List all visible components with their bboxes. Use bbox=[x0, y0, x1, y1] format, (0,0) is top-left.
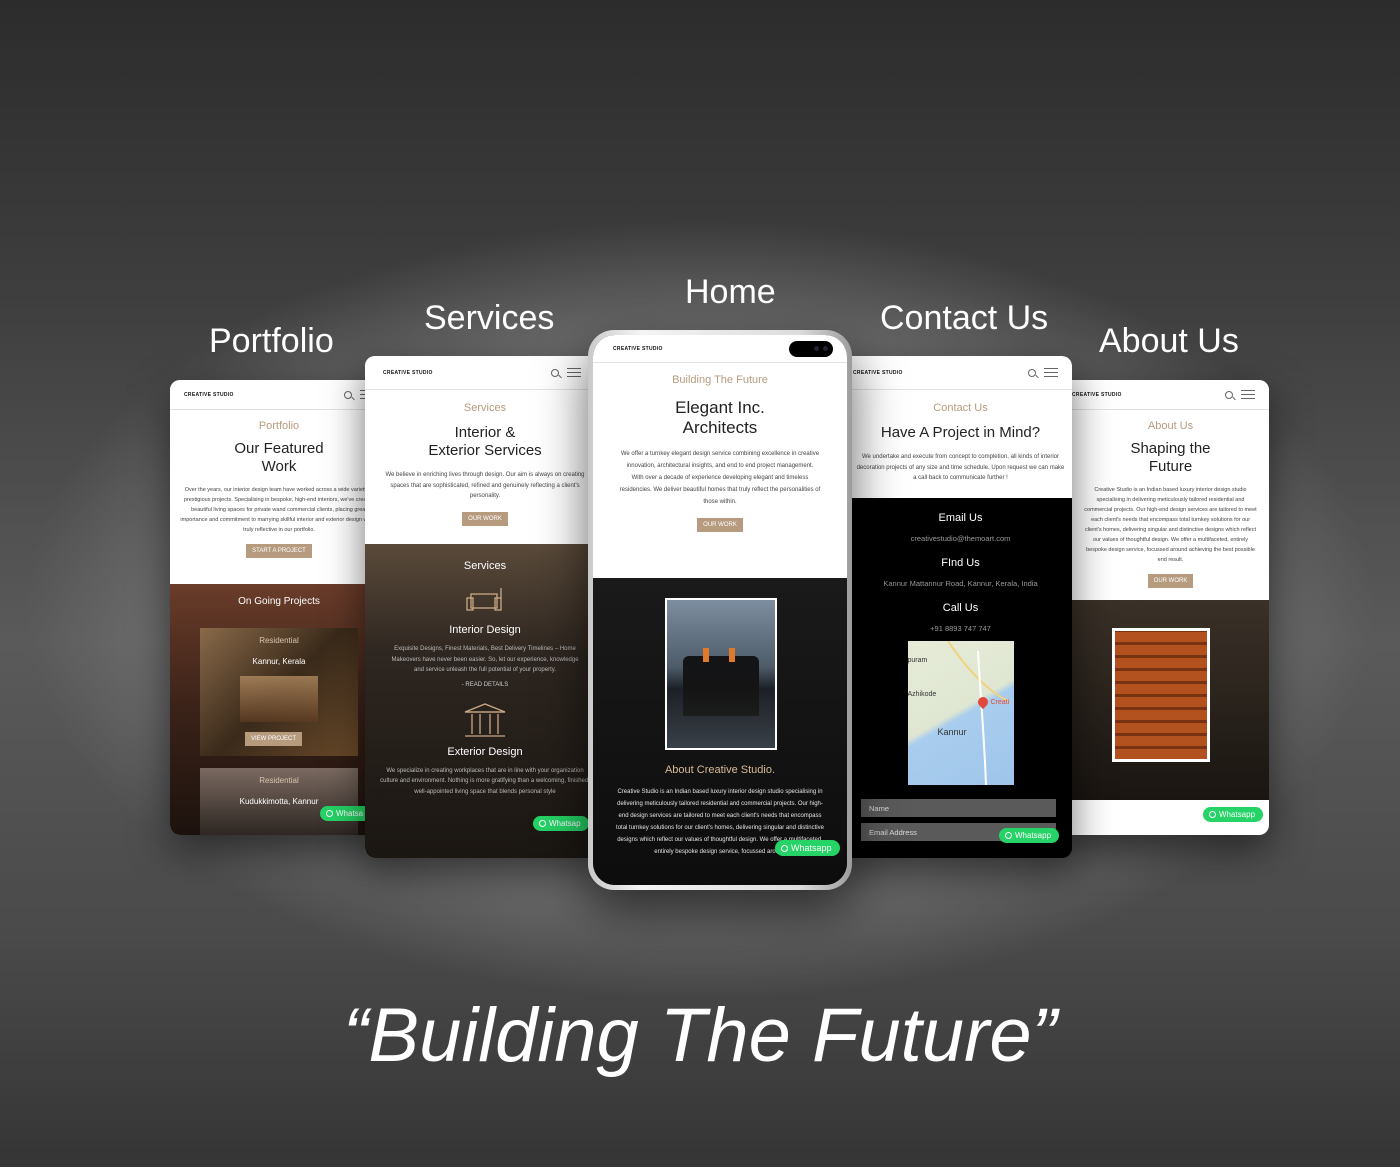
whatsapp-button[interactable]: Whatsap bbox=[533, 816, 589, 831]
ongoing-title: On Going Projects bbox=[238, 596, 320, 607]
portfolio-header: CREATIVE STUDIO bbox=[170, 380, 388, 410]
contact-eyebrow: Contact Us bbox=[933, 402, 988, 414]
services-eyebrow: Services bbox=[463, 402, 507, 414]
dining-image bbox=[665, 598, 777, 750]
about-our-work-button[interactable]: OUR WORK bbox=[1147, 574, 1194, 588]
bed-image bbox=[240, 676, 318, 722]
search-icon[interactable] bbox=[1028, 368, 1036, 377]
search-icon[interactable] bbox=[344, 390, 352, 399]
name-input[interactable]: Name bbox=[861, 798, 1056, 817]
home-body-2: With over a decade of experience develop… bbox=[619, 475, 821, 505]
services-body: We believe in enriching lives through de… bbox=[385, 472, 585, 499]
home-our-work-button[interactable]: OUR WORK bbox=[697, 518, 743, 532]
exterior-design-body: We specialize in creating workplaces tha… bbox=[380, 767, 590, 795]
portfolio-body: Over the years, our interior design team… bbox=[180, 487, 378, 533]
portfolio-heading-1: Our Featured bbox=[234, 440, 324, 457]
label-services: Services bbox=[424, 299, 555, 337]
home-eyebrow: Building The Future bbox=[672, 374, 768, 386]
exterior-design-title: Exterior Design bbox=[447, 745, 523, 758]
whatsapp-icon bbox=[326, 810, 333, 817]
map-widget[interactable]: puram Azhikode Kannur Creati bbox=[907, 640, 1014, 785]
about-eyebrow: About Us bbox=[1147, 420, 1194, 432]
home-heading-1: Elegant Inc. bbox=[675, 398, 765, 417]
lockers-image bbox=[1112, 628, 1210, 762]
project-tag-2: Residential bbox=[259, 776, 299, 785]
home-about-section: About Creative Studio. Creative Studio i… bbox=[593, 578, 847, 885]
map-place-3: Kannur bbox=[937, 726, 967, 737]
about-heading-2: Future bbox=[1148, 458, 1193, 475]
brand-logo[interactable]: CREATIVE STUDIO bbox=[613, 346, 663, 352]
about-header: CREATIVE STUDIO bbox=[1052, 380, 1269, 410]
brand-logo[interactable]: CREATIVE STUDIO bbox=[1072, 392, 1122, 398]
whatsapp-button[interactable]: Whatsapp bbox=[775, 840, 840, 856]
ongoing-projects-section: On Going Projects Residential Kannur, Ke… bbox=[170, 584, 388, 835]
label-contact: Contact Us bbox=[880, 299, 1049, 337]
about-image-section bbox=[1052, 600, 1269, 800]
services-heading-2: Exterior Services bbox=[428, 442, 542, 459]
portfolio-screen: CREATIVE STUDIO Portfolio Our Featured W… bbox=[170, 380, 388, 835]
services-screen: CREATIVE STUDIO Services Interior & Exte… bbox=[365, 356, 605, 858]
whatsapp-button[interactable]: Whatsapp bbox=[999, 828, 1060, 843]
contact-header: CREATIVE STUDIO bbox=[835, 356, 1072, 390]
services-dark-section: Services Interior Design Exquisite Desig… bbox=[365, 544, 605, 858]
contact-phone[interactable]: +91 8893 747 747 bbox=[849, 624, 1072, 633]
map-place-2: Azhikode bbox=[907, 690, 937, 698]
services-header: CREATIVE STUDIO bbox=[365, 356, 605, 390]
contact-address: Kannur Mattannur Road, Kannur, Kerala, I… bbox=[883, 578, 1038, 588]
project-location-1: Kannur, Kerala bbox=[252, 657, 306, 666]
interior-design-title: Interior Design bbox=[449, 624, 521, 636]
services-dark-title: Services bbox=[463, 560, 507, 572]
contact-screen: CREATIVE STUDIO Contact Us Have A Projec… bbox=[835, 356, 1072, 858]
camera-cutout bbox=[789, 340, 833, 357]
brand-logo[interactable]: CREATIVE STUDIO bbox=[853, 370, 903, 376]
services-heading-1: Interior & bbox=[454, 424, 516, 441]
map-pin-label: Creati bbox=[990, 698, 1010, 706]
home-phone: CREATIVE STUDIO Building The Future Eleg… bbox=[588, 330, 852, 890]
view-project-button[interactable]: VIEW PROJECT bbox=[245, 732, 303, 746]
call-us-title: Call Us bbox=[942, 601, 979, 614]
project-card-2[interactable]: Residential Kudukkimotta, Kannur bbox=[200, 768, 358, 835]
portfolio-heading-2: Work bbox=[261, 458, 297, 475]
about-heading-1: Shaping the bbox=[1130, 440, 1211, 457]
search-icon[interactable] bbox=[551, 368, 559, 377]
home-heading-2: Architects bbox=[682, 418, 758, 437]
whatsapp-button[interactable]: Whatsa bbox=[320, 806, 372, 821]
read-details-link[interactable]: - READ DETAILS bbox=[365, 682, 605, 688]
about-body: Creative Studio is an Indian based luxur… bbox=[1084, 487, 1257, 563]
project-location-2: Kudukkimotta, Kannur bbox=[239, 797, 319, 806]
label-portfolio: Portfolio bbox=[209, 322, 334, 360]
whatsapp-icon bbox=[781, 844, 788, 852]
building-icon bbox=[462, 702, 508, 740]
home-screen: CREATIVE STUDIO Building The Future Eleg… bbox=[593, 335, 847, 885]
whatsapp-icon bbox=[1209, 811, 1216, 818]
start-project-button[interactable]: START A PROJECT bbox=[246, 544, 312, 558]
find-us-title: FInd Us bbox=[941, 556, 980, 569]
contact-heading: Have A Project in Mind? bbox=[880, 424, 1041, 441]
sofa-icon bbox=[465, 586, 505, 616]
interior-design-body: Exquisite Designs, Finest Materials, Bes… bbox=[391, 646, 579, 673]
home-body-1: We offer a turnkey elegant design servic… bbox=[620, 451, 820, 469]
label-home: Home bbox=[685, 273, 776, 311]
project-card-1[interactable]: Residential Kannur, Kerala VIEW PROJECT bbox=[200, 628, 358, 756]
map-place-1: puram bbox=[907, 656, 928, 664]
brand-logo[interactable]: CREATIVE STUDIO bbox=[184, 392, 234, 398]
services-our-work-button[interactable]: OUR WORK bbox=[462, 511, 508, 526]
tagline: “Building The Future” bbox=[343, 993, 1057, 1078]
search-icon[interactable] bbox=[1225, 390, 1233, 399]
menu-icon[interactable] bbox=[1241, 390, 1255, 399]
whatsapp-icon bbox=[539, 820, 546, 827]
menu-icon[interactable] bbox=[567, 368, 581, 377]
contact-body: We undertake and execute from concept to… bbox=[856, 454, 1065, 481]
contact-email[interactable]: creativestudio@themoart.com bbox=[849, 534, 1072, 543]
whatsapp-button[interactable]: Whatsapp bbox=[1203, 807, 1264, 822]
label-about: About Us bbox=[1099, 322, 1239, 360]
about-creative-title: About Creative Studio. bbox=[664, 764, 776, 776]
menu-icon[interactable] bbox=[1044, 368, 1058, 377]
brand-logo[interactable]: CREATIVE STUDIO bbox=[383, 370, 433, 376]
portfolio-eyebrow: Portfolio bbox=[258, 420, 300, 432]
whatsapp-icon bbox=[1005, 832, 1012, 839]
email-us-title: Email Us bbox=[938, 511, 983, 524]
project-tag-1: Residential bbox=[259, 636, 299, 645]
about-screen: CREATIVE STUDIO About Us Shaping the Fut… bbox=[1052, 380, 1269, 835]
